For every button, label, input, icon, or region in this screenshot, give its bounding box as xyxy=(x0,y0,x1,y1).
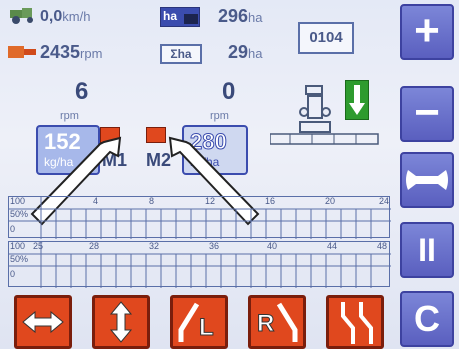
row1-tick-20: 20 xyxy=(325,196,336,206)
sum-ha-label-box: Σha xyxy=(160,44,202,64)
row1-tick-8: 8 xyxy=(149,196,155,206)
row2-tick-32: 32 xyxy=(149,241,160,251)
row2-tick-48: 48 xyxy=(377,241,388,251)
row2-percent-50: 50% xyxy=(10,254,29,264)
green-down-arrow-icon xyxy=(345,80,369,120)
section-grid-row-1: 100 4 8 12 16 20 24 50% 0 xyxy=(8,196,391,239)
sum-ha-value: 29 xyxy=(228,42,249,62)
section-grid-row-2: 100 25 28 32 36 40 44 48 50% 0 xyxy=(8,241,391,288)
m1-rpm-unit: rpm xyxy=(60,110,79,122)
row1-zero: 0 xyxy=(10,224,16,234)
minus-label: − xyxy=(414,88,440,137)
plus-label: + xyxy=(414,6,440,55)
ha-icon: ha xyxy=(160,7,200,27)
code-box[interactable]: 0104 xyxy=(298,22,354,54)
sum-ha-label: Σha xyxy=(170,47,192,61)
row2-tick-100: 100 xyxy=(10,241,26,251)
pause-label: II xyxy=(418,232,436,268)
clear-button[interactable]: C xyxy=(400,291,454,347)
row1-tick-4: 4 xyxy=(93,196,99,206)
row2-tick-40: 40 xyxy=(267,241,278,251)
sum-ha-display: 29ha xyxy=(228,42,263,63)
ha-unit: ha xyxy=(248,10,263,25)
right-marker-button[interactable]: R xyxy=(248,295,306,349)
tramline-button[interactable] xyxy=(326,295,384,349)
row1-tick-100: 100 xyxy=(10,196,26,206)
pto-icon xyxy=(8,44,38,60)
m1-rpm-value: 6 xyxy=(75,78,89,105)
horizontal-move-button[interactable] xyxy=(14,295,72,349)
ha-label: ha xyxy=(163,9,178,23)
row2-tick-44: 44 xyxy=(327,241,338,251)
tramline-icon xyxy=(341,302,373,344)
row2-tick-25: 25 xyxy=(33,241,44,251)
rpm-value: 2435 xyxy=(40,42,81,62)
minus-button[interactable]: − xyxy=(400,86,454,142)
row1-tick-24: 24 xyxy=(379,196,390,206)
speed-display: 0,0km/h xyxy=(40,8,90,26)
left-marker-label: L xyxy=(199,314,215,342)
sum-ha-unit: ha xyxy=(248,46,263,61)
row1-percent-50: 50% xyxy=(10,209,29,219)
left-right-arrow-icon xyxy=(22,310,64,334)
row1-tick-16: 16 xyxy=(265,196,276,206)
ha-value: 296 xyxy=(218,6,249,26)
row2-tick-28: 28 xyxy=(89,241,100,251)
tractor-icon xyxy=(8,6,36,24)
wrench-button[interactable] xyxy=(400,152,454,208)
rpm-display: 2435rpm xyxy=(40,42,102,63)
m2-rpm-value: 0 xyxy=(222,78,236,105)
speed-unit: km/h xyxy=(62,9,91,24)
right-marker-label: R xyxy=(256,310,275,338)
m2-rpm-unit: rpm xyxy=(210,110,229,122)
row2-tick-36: 36 xyxy=(209,241,220,251)
up-down-arrow-icon xyxy=(109,301,133,343)
wrench-icon xyxy=(406,170,448,190)
row2-zero: 0 xyxy=(10,269,16,279)
terminal-screen: 0,0km/h ha 296ha 0104 2435rpm Σha 29ha 6… xyxy=(0,0,459,349)
plus-button[interactable]: + xyxy=(400,4,454,60)
rpm-unit: rpm xyxy=(80,46,103,61)
left-marker-button[interactable]: L xyxy=(170,295,228,349)
pause-button[interactable]: II xyxy=(400,222,454,278)
code-value: 0104 xyxy=(309,29,343,46)
clear-label: C xyxy=(414,298,440,339)
vertical-move-button[interactable] xyxy=(92,295,150,349)
ha-display: 296ha xyxy=(218,6,263,27)
row1-tick-12: 12 xyxy=(205,196,216,206)
speed-value: 0,0 xyxy=(40,8,63,25)
